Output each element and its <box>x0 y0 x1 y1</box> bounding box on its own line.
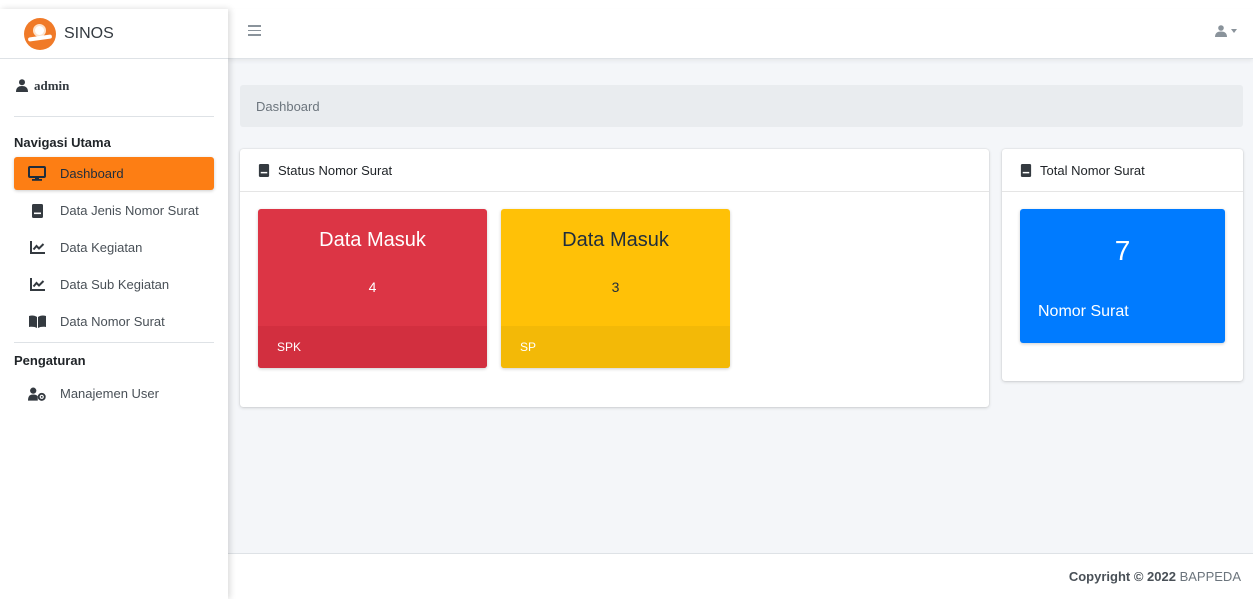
hamburger-menu-icon[interactable] <box>248 25 261 37</box>
nav-header-main: Navigasi Utama <box>14 135 111 150</box>
stat-title: Data Masuk <box>562 229 669 251</box>
sidebar-item-manajemen-user[interactable]: Manajemen User <box>14 377 214 410</box>
user-dropdown-toggle[interactable] <box>1215 25 1237 37</box>
status-nomor-surat-card: Status Nomor Surat Data Masuk 4 SPK Data… <box>240 149 989 407</box>
sidebar-item-data-jenis-nomor-surat[interactable]: Data Jenis Nomor Surat <box>14 194 214 227</box>
stat-footer: SP <box>501 326 730 368</box>
total-stat-box[interactable]: 7 Nomor Surat <box>1020 209 1225 343</box>
card-header: Status Nomor Surat <box>240 149 989 192</box>
copyright-text: Copyright © 2022 <box>1068 569 1176 584</box>
sidebar-item-dashboard[interactable]: Dashboard <box>14 157 214 190</box>
breadcrumb-current: Dashboard <box>256 98 320 114</box>
stat-footer: SPK <box>258 326 487 368</box>
stat-title: Data Masuk <box>319 229 426 251</box>
sidebar-item-label: Data Nomor Surat <box>60 314 165 329</box>
stat-count: 4 <box>368 279 377 295</box>
book-icon <box>28 203 46 219</box>
chart-line-icon <box>28 277 46 293</box>
brand-name: SINOS <box>64 24 114 42</box>
nav-divider <box>14 342 214 343</box>
book-icon <box>258 163 270 177</box>
chart-line-icon <box>28 240 46 256</box>
sidebar-item-data-kegiatan[interactable]: Data Kegiatan <box>14 231 214 264</box>
user-name: admin <box>34 77 70 93</box>
chevron-down-icon <box>1231 29 1237 33</box>
user-icon <box>1215 25 1227 37</box>
brand-logo-icon <box>24 17 56 50</box>
top-navbar <box>228 9 1253 59</box>
sp-stat-box[interactable]: Data Masuk 3 SP <box>501 209 730 368</box>
copyright-org: BAPPEDA <box>1179 569 1241 584</box>
sidebar-item-label: Dashboard <box>60 166 124 181</box>
total-count: 7 <box>1114 235 1131 266</box>
stat-count: 3 <box>611 279 620 295</box>
card-title: Total Nomor Surat <box>1040 162 1145 178</box>
sidebar: SINOS admin Navigasi Utama Dashboard Dat… <box>0 9 228 599</box>
breadcrumb: Dashboard <box>240 85 1243 127</box>
spk-stat-box[interactable]: Data Masuk 4 SPK <box>258 209 487 368</box>
sidebar-item-label: Manajemen User <box>60 386 159 401</box>
total-label: Nomor Surat <box>1038 303 1129 320</box>
total-nomor-surat-card: Total Nomor Surat 7 Nomor Surat <box>1002 149 1243 381</box>
brand-link[interactable]: SINOS <box>0 9 228 59</box>
page-footer: Copyright © 2022 BAPPEDA <box>228 553 1253 599</box>
sidebar-item-data-sub-kegiatan[interactable]: Data Sub Kegiatan <box>14 268 214 301</box>
open-book-icon <box>28 314 46 330</box>
sidebar-item-data-nomor-surat[interactable]: Data Nomor Surat <box>14 305 214 338</box>
sidebar-item-label: Data Kegiatan <box>60 240 143 255</box>
sidebar-item-label: Data Jenis Nomor Surat <box>60 203 199 218</box>
user-panel[interactable]: admin <box>14 59 214 117</box>
user-icon <box>16 79 28 92</box>
book-icon <box>1020 163 1032 177</box>
card-title: Status Nomor Surat <box>278 162 393 178</box>
user-cog-icon <box>28 386 46 402</box>
nav-header-settings: Pengaturan <box>14 353 86 368</box>
window-top-strip <box>0 0 1253 9</box>
sidebar-item-label: Data Sub Kegiatan <box>60 277 170 292</box>
card-header: Total Nomor Surat <box>1002 149 1243 192</box>
monitor-icon <box>28 166 46 182</box>
